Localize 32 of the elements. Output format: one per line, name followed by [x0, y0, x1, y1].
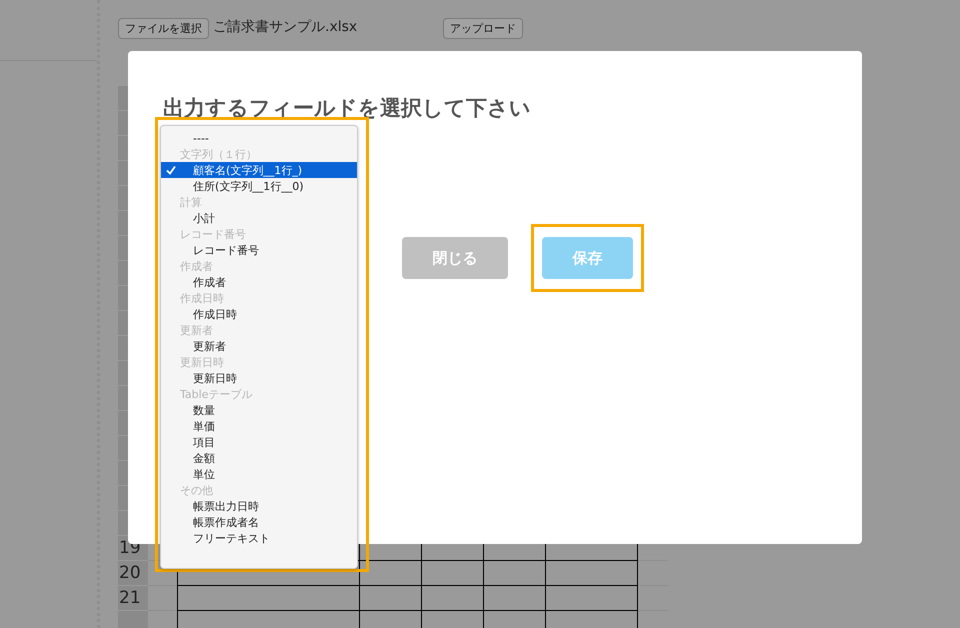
- dropdown-option[interactable]: ----: [161, 130, 357, 146]
- dropdown-option[interactable]: 数量: [161, 402, 357, 418]
- dropdown-option[interactable]: 住所(文字列__1行__0): [161, 178, 357, 194]
- file-name: ご請求書サンプル.xlsx: [213, 18, 358, 36]
- dropdown-option[interactable]: 項目: [161, 434, 357, 450]
- group-label: その他: [179, 482, 214, 498]
- dropdown-option[interactable]: 単位: [161, 466, 357, 482]
- group-label: 更新者: [179, 322, 214, 338]
- dropdown-option[interactable]: フリーテキスト: [161, 530, 357, 546]
- dropdown-option[interactable]: 単価: [161, 418, 357, 434]
- dropdown-option[interactable]: 更新日時: [161, 370, 357, 386]
- upload-button[interactable]: アップロード: [443, 18, 523, 38]
- group-label: 文字列（１行）: [179, 146, 258, 162]
- dropdown-option[interactable]: 作成日時: [161, 306, 357, 322]
- dropdown-option[interactable]: 小計: [161, 210, 357, 226]
- group-label: 作成者: [179, 258, 214, 274]
- dropdown-option[interactable]: 作成者: [161, 274, 357, 290]
- check-icon: [166, 165, 176, 175]
- dropdown-option[interactable]: 顧客名(文字列__1行_): [161, 162, 357, 178]
- dropdown-option[interactable]: 帳票作成者名: [161, 514, 357, 530]
- group-label: 計算: [179, 194, 203, 210]
- group-label: Tableテーブル: [179, 386, 254, 402]
- dropdown-option[interactable]: 金額: [161, 450, 357, 466]
- dropdown-option[interactable]: 更新者: [161, 338, 357, 354]
- dropdown-option[interactable]: 帳票出力日時: [161, 498, 357, 514]
- group-label: 更新日時: [179, 354, 225, 370]
- dropdown-option[interactable]: レコード番号: [161, 242, 357, 258]
- group-label: 作成日時: [179, 290, 225, 306]
- row-number: 20: [118, 561, 148, 586]
- choose-file-button[interactable]: ファイルを選択: [118, 18, 209, 38]
- row-number: 21: [118, 586, 148, 611]
- group-label: レコード番号: [179, 226, 247, 242]
